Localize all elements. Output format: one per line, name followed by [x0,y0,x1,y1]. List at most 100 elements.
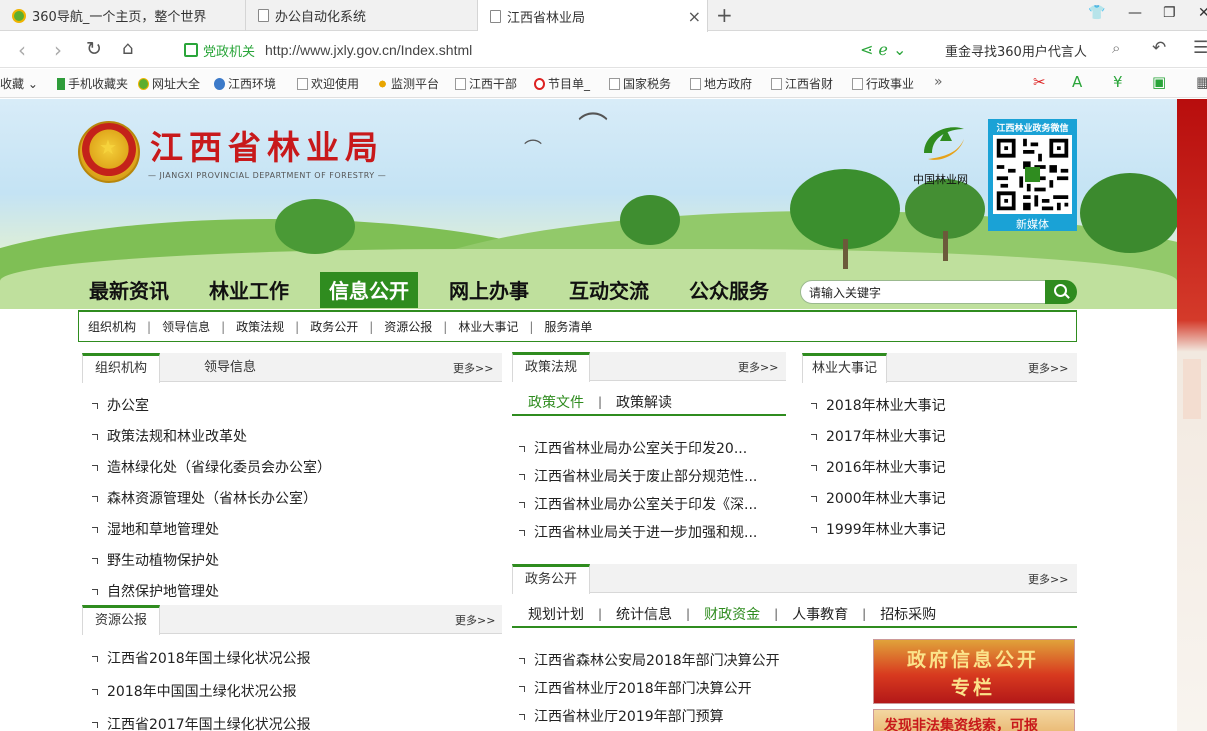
site-search [800,280,1077,304]
menu-icon[interactable]: ☰ [1193,38,1207,58]
policy-more-link[interactable]: 更多>> [738,359,778,375]
illegal-fundraising-banner[interactable]: 发现非法集资线索，可报 [873,709,1075,731]
subtab-procurement[interactable]: 招标采购 [880,604,936,624]
translate-icon[interactable]: A [1072,73,1082,91]
subnav-service-list[interactable]: 服务清单 [544,318,592,335]
wechat-qr-panel[interactable]: 江西林业政务微信 新媒体 [988,119,1077,231]
list-item[interactable]: 办公室 [92,395,331,426]
url-field[interactable]: 党政机关 http://www.jxly.gov.cn/Index.shtml [176,36,931,64]
subnav-events[interactable]: 林业大事记 [458,318,518,335]
list-item[interactable]: 2018年中国国土绿化状况公报 [92,681,311,714]
bookmark-item[interactable]: 江西环境 [214,75,276,92]
org-more-link[interactable]: 更多>> [453,360,493,376]
shirt-skin-icon[interactable]: 👕 [1088,5,1105,21]
list-item[interactable]: 湿地和草地管理处 [92,519,331,550]
subtab-policy-interpret[interactable]: 政策解读 [616,392,672,412]
tab-resource[interactable]: 资源公报 [82,605,161,635]
china-forestry-net-logo[interactable] [918,123,970,167]
subnav-org[interactable]: 组织机构 [88,318,136,335]
list-item[interactable]: 江西省林业局关于废止部分规范性... [519,466,757,494]
bookmark-favorites[interactable]: 收藏 ⌄ [0,75,38,92]
bookmark-item[interactable]: 手机收藏夹 [57,75,128,92]
list-item[interactable]: 江西省林业厅2018年部门决算公开 [519,678,780,706]
list-item[interactable]: 江西省林业局办公室关于印发20... [519,438,757,466]
china-forestry-net-label[interactable]: 中国林业网 [913,171,968,187]
bookmark-item[interactable]: 欢迎使用 [297,75,359,92]
list-item[interactable]: 江西省2018年国土绿化状况公报 [92,648,311,681]
tab-events[interactable]: 林业大事记 [802,353,888,383]
events-more-link[interactable]: 更多>> [1028,360,1068,376]
nav-online-services[interactable]: 网上办事 [440,272,538,308]
bookmark-item[interactable]: 网址大全 [138,75,200,92]
new-tab-button[interactable]: + [716,3,733,27]
subtab-finance[interactable]: 财政资金 [704,604,760,624]
bookmark-item[interactable]: 行政事业 [852,75,914,92]
bookmark-item[interactable]: 江西干部 [455,75,517,92]
share-icon[interactable]: ⋖ ℯ ⌄ [860,40,906,59]
subtab-planning[interactable]: 规划计划 [528,604,584,624]
resource-more-link[interactable]: 更多>> [455,612,495,628]
restore-icon[interactable]: ❐ [1163,5,1176,21]
close-tab-icon[interactable]: × [688,7,701,26]
browser-tab-office[interactable]: 办公自动化系统 [246,0,478,31]
subtab-personnel[interactable]: 人事教育 [792,604,848,624]
list-item[interactable]: 2016年林业大事记 [811,457,946,488]
game-icon[interactable]: ▣ [1152,73,1166,91]
url-text[interactable]: http://www.jxly.gov.cn/Index.shtml [265,42,472,58]
bookmark-item[interactable]: 国家税务 [609,75,671,92]
list-item[interactable]: 江西省林业局关于进一步加强和规... [519,522,757,550]
close-window-icon[interactable]: ✕ [1198,5,1207,21]
list-item[interactable]: 野生动植物保护处 [92,550,331,581]
list-item[interactable]: 2000年林业大事记 [811,488,946,519]
list-item[interactable]: 1999年林业大事记 [811,519,946,550]
bookmark-label: 收藏 [0,77,25,91]
home-icon[interactable]: ⌂ [122,38,133,59]
nav-latest-news[interactable]: 最新资讯 [80,272,178,308]
refresh-icon[interactable]: ↻ [86,38,102,60]
list-item[interactable]: 造林绿化处（省绿化委员会办公室） [92,457,331,488]
address-bar-promo[interactable]: 重金寻找360用户代言人 [945,41,1087,60]
bookmark-item[interactable]: 江西省财 [771,75,833,92]
minimize-icon[interactable]: — [1128,5,1142,21]
shopping-icon[interactable]: ¥ [1113,73,1123,91]
site-search-input[interactable] [800,280,1046,304]
scissors-icon[interactable]: ✂ [1033,73,1046,91]
subtab-statistics[interactable]: 统计信息 [616,604,672,624]
nav-forestry-work[interactable]: 林业工作 [200,272,298,308]
browser-tab-forestry[interactable]: 江西省林业局 × [478,0,708,32]
list-item[interactable]: 森林资源管理处（省林长办公室） [92,488,331,519]
nav-interaction[interactable]: 互动交流 [560,272,658,308]
subnav-resource[interactable]: 资源公报 [384,318,432,335]
subnav-leaders[interactable]: 领导信息 [162,318,210,335]
list-item[interactable]: 江西省2017年国土绿化状况公报 [92,714,311,731]
forward-icon[interactable]: › [54,38,62,62]
list-item[interactable]: 政策法规和林业改革处 [92,426,331,457]
bookmarks-overflow-button[interactable]: » [934,74,943,90]
undo-icon[interactable]: ↶ [1152,38,1166,58]
apps-grid-icon[interactable]: ▦ [1196,73,1207,91]
subtab-policy-docs[interactable]: 政策文件 [528,392,584,412]
bookmark-item[interactable]: 地方政府 [690,75,752,92]
bookmark-item[interactable]: 监测平台 [377,75,439,92]
back-icon[interactable]: ‹ [18,38,26,62]
list-item[interactable]: 江西省森林公安局2018年部门决算公开 [519,650,780,678]
site-search-button[interactable] [1045,280,1077,304]
list-item[interactable]: 江西省林业局办公室关于印发《深... [519,494,757,522]
gov-info-disclosure-banner[interactable]: 政府信息公开专栏 [873,639,1075,704]
nav-public-services[interactable]: 公众服务 [680,272,778,308]
list-item[interactable]: 2018年林业大事记 [811,395,946,426]
bookmark-item[interactable]: 节目单_ [534,75,590,92]
search-icon[interactable]: ⌕ [1112,39,1120,57]
subnav-affairs[interactable]: 政务公开 [310,318,358,335]
list-item[interactable]: 2017年林业大事记 [811,426,946,457]
browser-tab-360[interactable]: 360导航_一个主页，整个世界 [0,0,246,31]
tab-policy[interactable]: 政策法规 [512,352,591,382]
tab-leaders[interactable]: 领导信息 [192,353,268,382]
list-item[interactable]: 江西省林业厅2019年部门预算 [519,706,780,731]
tab-org[interactable]: 组织机构 [82,353,161,383]
affairs-more-link[interactable]: 更多>> [1028,571,1068,587]
separator: | [443,319,448,334]
nav-info-disclosure[interactable]: 信息公开 [320,272,418,308]
tab-affairs[interactable]: 政务公开 [512,564,591,594]
subnav-policy[interactable]: 政策法规 [236,318,284,335]
